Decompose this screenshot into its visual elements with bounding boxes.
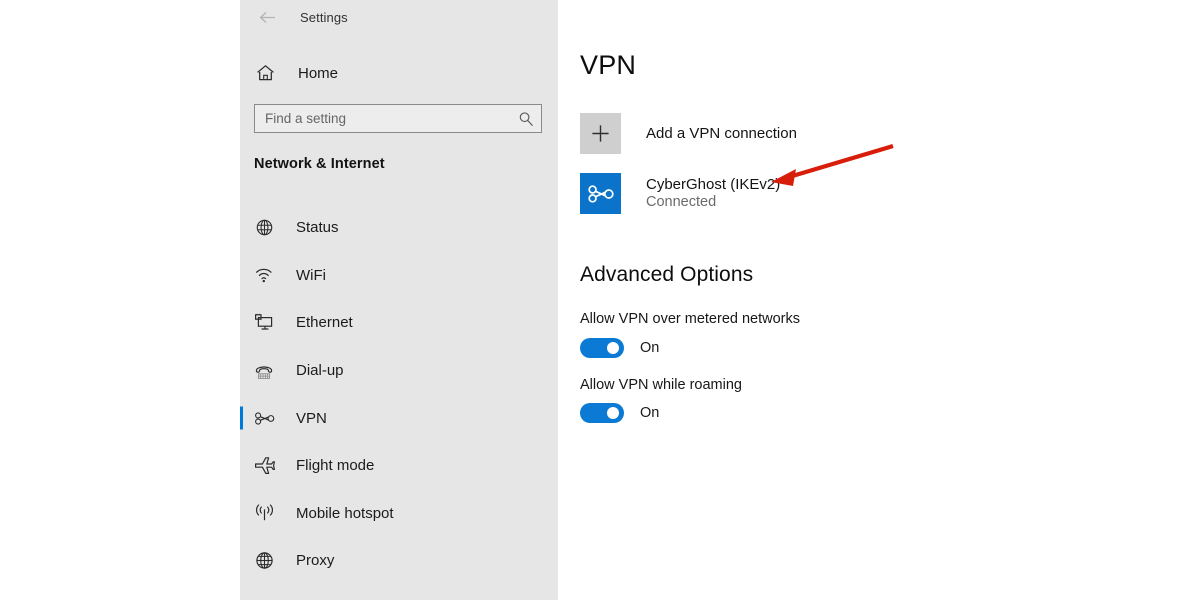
sidebar-item-wifi[interactable]: WiFi: [240, 252, 558, 300]
sidebar-item-dial-up[interactable]: Dial-up: [240, 347, 558, 395]
vpn-icon: [252, 411, 276, 426]
dialup-phone-icon: [252, 362, 276, 380]
globe-status-icon: [252, 218, 276, 237]
option-row-metered: On: [580, 338, 659, 358]
sidebar-item-flight-mode[interactable]: Flight mode: [240, 442, 558, 490]
window-title: Settings: [300, 9, 348, 25]
hotspot-icon: [252, 504, 276, 522]
sidebar-item-flight-mode-label: Flight mode: [296, 457, 375, 475]
advanced-options-heading: Advanced Options: [580, 263, 754, 286]
vpn-connection-item[interactable]: CyberGhost (IKEv2) Connected: [580, 173, 780, 214]
selection-indicator: [240, 406, 243, 430]
sidebar-item-mobile-hotspot-label: Mobile hotspot: [296, 504, 394, 522]
search-input[interactable]: [265, 105, 513, 132]
settings-sidebar: Settings Home Network & Internet: [240, 0, 558, 600]
sidebar-item-wifi-label: WiFi: [296, 266, 326, 284]
ethernet-icon: [252, 313, 276, 332]
sidebar-item-status[interactable]: Status: [240, 204, 558, 252]
sidebar-item-status-label: Status: [296, 219, 339, 237]
sidebar-item-proxy[interactable]: Proxy: [240, 537, 558, 585]
wifi-icon: [252, 267, 276, 284]
option-label-roaming: Allow VPN while roaming: [580, 377, 742, 393]
vpn-settings-page: VPN Add a VPN connection CyberGhost (IKE…: [558, 0, 1200, 600]
toggle-state-roaming: On: [640, 405, 660, 421]
sidebar-nav-list: Status WiFi Ethernet Dial-up VPN Flight …: [240, 204, 558, 585]
vpn-tile-icon: [580, 173, 621, 214]
sidebar-header: Settings: [240, 0, 558, 34]
sidebar-item-vpn[interactable]: VPN: [240, 394, 558, 442]
toggle-allow-vpn-metered[interactable]: [580, 338, 624, 358]
add-vpn-label: Add a VPN connection: [646, 124, 797, 142]
toggle-knob: [607, 342, 619, 354]
settings-window: Settings Home Network & Internet: [0, 0, 1200, 600]
option-label-metered: Allow VPN over metered networks: [580, 311, 800, 327]
back-arrow-icon[interactable]: [250, 2, 284, 32]
toggle-allow-vpn-roaming[interactable]: [580, 403, 624, 423]
globe-proxy-icon: [252, 551, 276, 570]
sidebar-item-vpn-label: VPN: [296, 409, 327, 427]
toggle-state-metered: On: [640, 340, 660, 356]
airplane-icon: [252, 456, 276, 475]
sidebar-item-ethernet-label: Ethernet: [296, 314, 353, 332]
plus-icon: [580, 113, 621, 154]
home-icon: [254, 64, 276, 82]
search-box[interactable]: [254, 104, 542, 133]
add-vpn-text: Add a VPN connection: [646, 125, 797, 143]
page-title: VPN: [580, 50, 637, 80]
option-row-roaming: On: [580, 403, 659, 423]
vpn-connection-name: CyberGhost (IKEv2): [646, 175, 781, 193]
add-vpn-connection-button[interactable]: Add a VPN connection: [580, 113, 797, 154]
sidebar-item-home[interactable]: Home: [240, 58, 558, 88]
vpn-connection-status: Connected: [646, 193, 717, 210]
search-icon[interactable]: [513, 111, 539, 127]
sidebar-section-heading: Network & Internet: [254, 156, 385, 172]
sidebar-item-proxy-label: Proxy: [296, 552, 335, 570]
sidebar-item-mobile-hotspot[interactable]: Mobile hotspot: [240, 490, 558, 538]
sidebar-item-ethernet[interactable]: Ethernet: [240, 299, 558, 347]
sidebar-item-dial-up-label: Dial-up: [296, 362, 344, 380]
sidebar-item-home-label: Home: [298, 64, 339, 82]
toggle-knob: [607, 407, 619, 419]
vpn-connection-text: CyberGhost (IKEv2) Connected: [646, 176, 780, 212]
